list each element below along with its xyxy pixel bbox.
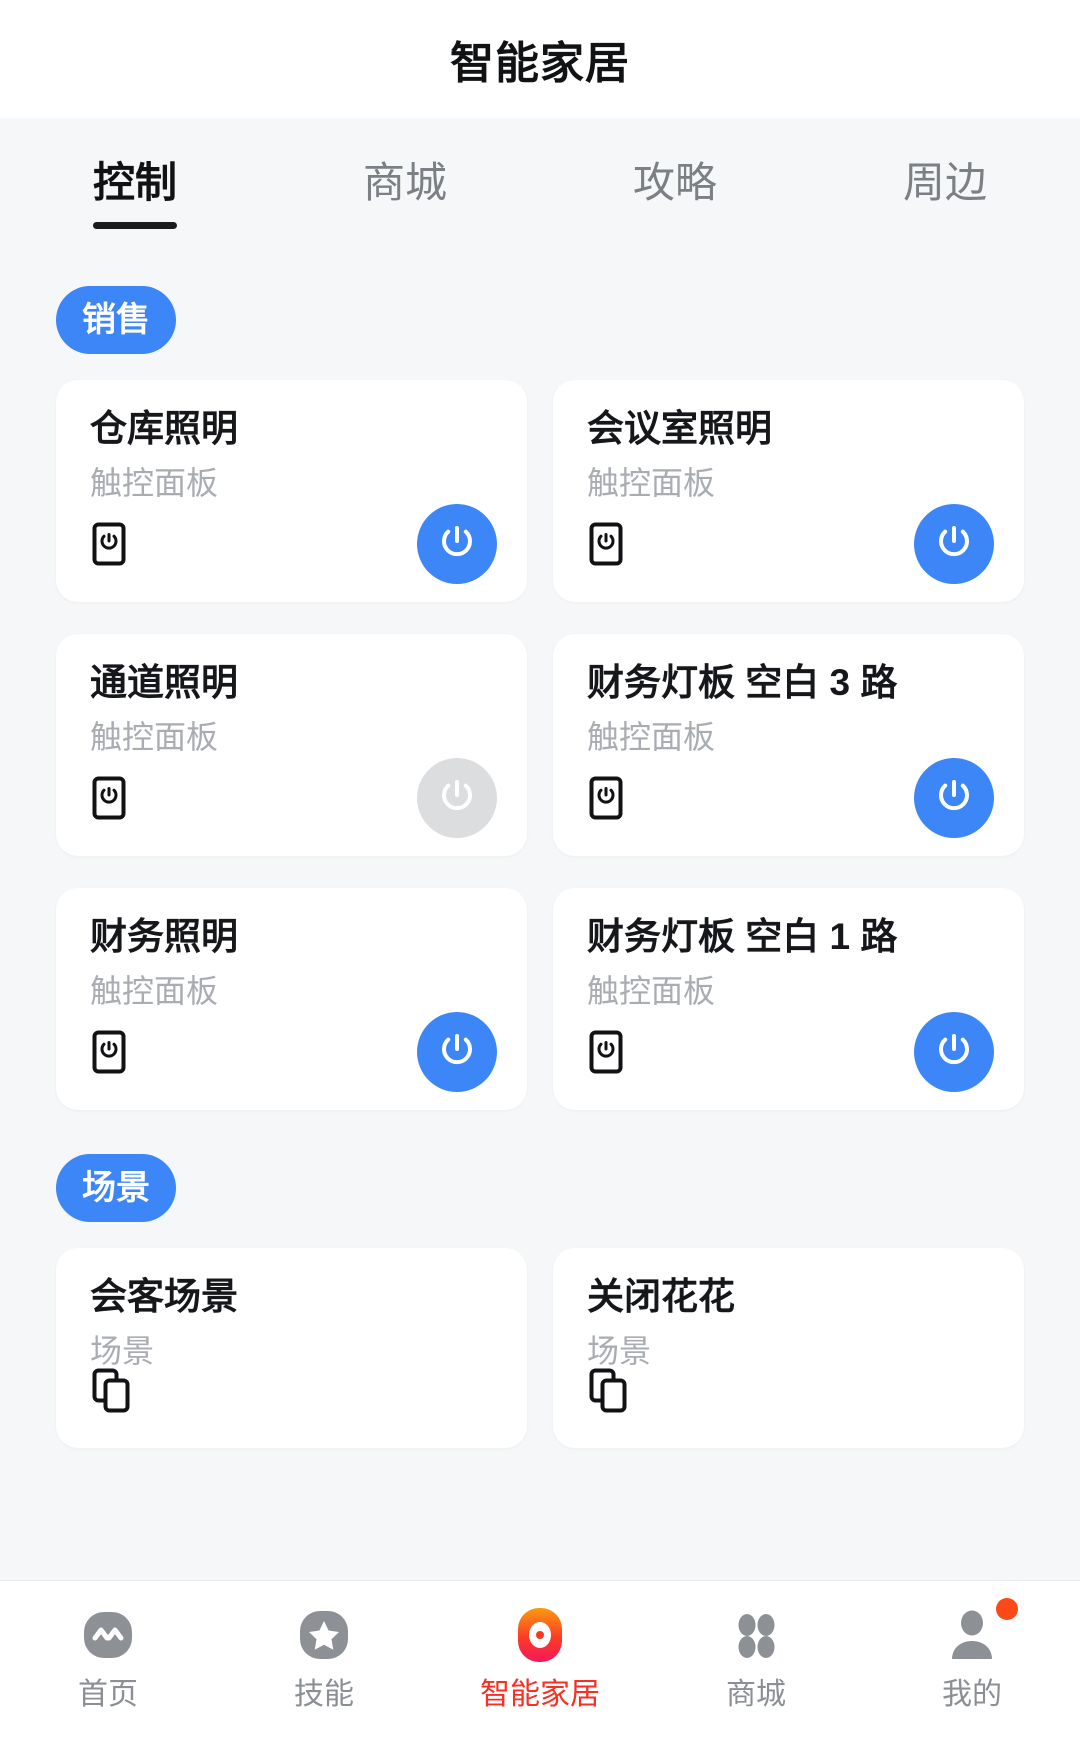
grid-dots-icon (723, 1602, 789, 1668)
touch-panel-icon (589, 776, 623, 820)
card-title: 会议室照明 (587, 408, 772, 449)
tab-label: 商城 (362, 159, 447, 206)
nav-item-2[interactable]: 智能家居 (440, 1602, 640, 1710)
power-icon (434, 520, 480, 569)
card-subtitle: 触控面板 (90, 973, 219, 1010)
page-title: 智能家居 (450, 39, 630, 88)
bottom-navigation: 首页 技能 智能家居 商城 我的 (0, 1580, 1080, 1740)
tab-bar: 控制 商城 攻略 周边 (0, 118, 1080, 242)
nav-item-4[interactable]: 我的 (872, 1597, 1072, 1711)
touch-panel-icon (92, 522, 126, 566)
power-toggle-button[interactable] (417, 504, 497, 584)
touch-panel-icon (92, 776, 126, 820)
card-title: 通道照明 (90, 662, 238, 703)
power-toggle-button[interactable] (914, 1012, 994, 1092)
tab-label: 控制 (92, 159, 177, 206)
tab-1[interactable]: 商城 (270, 162, 540, 204)
power-toggle-button[interactable] (417, 1012, 497, 1092)
device-card[interactable]: 通道照明 触控面板 (56, 634, 527, 856)
nav-item-1[interactable]: 技能 (224, 1602, 424, 1710)
card-title: 关闭花花 (587, 1276, 735, 1317)
tab-label: 周边 (902, 159, 987, 206)
content-area: 销售 仓库照明 触控面板 会议室照明 触控面板 通道照明 触控面板 财务灯板 空白 3 路触控… (0, 242, 1080, 1580)
nav-item-0[interactable]: 首页 (8, 1602, 208, 1710)
card-subtitle: 触控面板 (587, 465, 716, 502)
tab-3[interactable]: 周边 (810, 162, 1080, 204)
group-badge-0: 销售 (56, 286, 176, 354)
nav-label: 智能家居 (480, 1677, 600, 1711)
card-title: 财务照明 (90, 916, 238, 957)
nav-label: 商城 (726, 1677, 786, 1711)
card-subtitle: 触控面板 (90, 465, 219, 502)
home-robot-icon (75, 1602, 141, 1668)
device-card[interactable]: 财务灯板 空白 3 路触控面板 (553, 634, 1024, 856)
card-subtitle: 场景 (90, 1333, 155, 1370)
power-icon (931, 1028, 977, 1077)
card-grid-1: 会客场景 场景 关闭花花 场景 (0, 1222, 1080, 1448)
person-icon (939, 1602, 1005, 1668)
touch-panel-icon (92, 1030, 126, 1074)
notification-badge (996, 1597, 1018, 1620)
tab-label: 攻略 (632, 159, 717, 206)
card-subtitle: 场景 (587, 1333, 652, 1370)
card-subtitle: 触控面板 (587, 719, 716, 756)
device-card[interactable]: 财务灯板 空白 1 路触控面板 (553, 888, 1024, 1110)
smart-home-icon (507, 1602, 573, 1668)
card-title: 财务灯板 空白 3 路 (587, 662, 898, 703)
power-icon (931, 774, 977, 823)
tab-active-indicator (93, 222, 177, 229)
app-screen: 智能家居 控制 商城 攻略 周边 销售 仓库照明 触控面板 会议室照明 触控面板 通道照明 触控面… (0, 0, 1080, 1740)
device-card[interactable]: 仓库照明 触控面板 (56, 380, 527, 602)
touch-panel-icon (589, 522, 623, 566)
card-subtitle: 触控面板 (90, 719, 219, 756)
touch-panel-icon (589, 1030, 623, 1074)
scene-card[interactable]: 关闭花花 场景 (553, 1248, 1024, 1448)
scene-copy-icon (92, 1368, 130, 1413)
star-icon (291, 1602, 357, 1668)
power-toggle-button[interactable] (914, 504, 994, 584)
header-bar: 智能家居 (0, 0, 1080, 118)
scene-copy-icon (589, 1368, 627, 1413)
nav-label: 首页 (78, 1677, 138, 1711)
nav-label: 技能 (294, 1677, 354, 1711)
card-subtitle: 触控面板 (587, 973, 716, 1010)
card-grid-0: 仓库照明 触控面板 会议室照明 触控面板 通道照明 触控面板 财务灯板 空白 3 路触控面板… (0, 354, 1080, 1110)
tab-2[interactable]: 攻略 (540, 162, 810, 204)
power-toggle-button[interactable] (417, 758, 497, 838)
nav-label: 我的 (942, 1677, 1002, 1711)
card-title: 财务灯板 空白 1 路 (587, 916, 898, 957)
tab-0[interactable]: 控制 (0, 162, 270, 229)
group-badge-1: 场景 (56, 1154, 176, 1222)
device-card[interactable]: 财务照明 触控面板 (56, 888, 527, 1110)
device-card[interactable]: 会议室照明 触控面板 (553, 380, 1024, 602)
nav-item-3[interactable]: 商城 (656, 1602, 856, 1710)
power-toggle-button[interactable] (914, 758, 994, 838)
scene-card[interactable]: 会客场景 场景 (56, 1248, 527, 1448)
card-title: 仓库照明 (90, 408, 238, 449)
card-title: 会客场景 (90, 1276, 238, 1317)
power-icon (931, 520, 977, 569)
power-icon (434, 1028, 480, 1077)
power-icon (434, 774, 480, 823)
